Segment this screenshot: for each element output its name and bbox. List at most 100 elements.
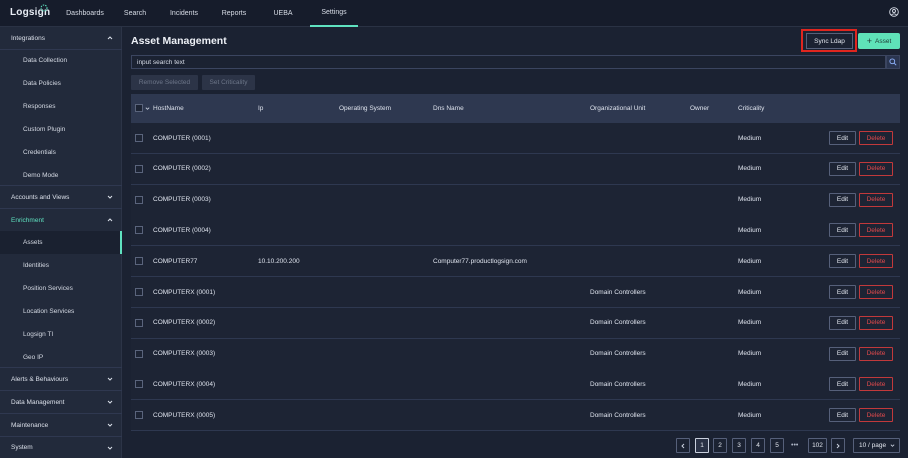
row-checkbox[interactable] — [135, 195, 143, 204]
sidebar-item-data-policies[interactable]: Data Policies — [0, 72, 122, 95]
column-criticality: Criticality — [738, 105, 765, 112]
row-checkbox[interactable] — [135, 226, 143, 235]
sidebar-group-maintenance[interactable]: Maintenance — [0, 414, 122, 436]
edit-button[interactable]: Edit — [829, 161, 856, 176]
nav-reports[interactable]: Reports — [218, 0, 250, 27]
chevron-down-icon — [107, 400, 113, 404]
add-asset-button[interactable]: + Asset — [858, 33, 900, 49]
sidebar-item-demo-mode[interactable]: Demo Mode — [0, 164, 122, 187]
chevron-down-icon — [107, 195, 113, 199]
cell-hostname: COMPUTER (0004) — [153, 226, 211, 234]
set-criticality-button[interactable]: Set Criticality — [202, 75, 255, 90]
search-button[interactable] — [886, 55, 900, 69]
user-account-icon[interactable] — [889, 7, 899, 17]
sidebar-item-identities[interactable]: Identities — [0, 254, 122, 277]
delete-button[interactable]: Delete — [859, 161, 893, 176]
delete-button[interactable]: Delete — [859, 377, 893, 392]
edit-button[interactable]: Edit — [829, 377, 856, 392]
page-button-last[interactable]: 102 — [808, 438, 827, 453]
nav-ueba[interactable]: UEBA — [266, 0, 300, 27]
row-checkbox[interactable] — [135, 349, 143, 358]
row-checkbox[interactable] — [135, 288, 143, 296]
chevron-down-icon — [890, 444, 895, 447]
cell-organizational-unit: Domain Controllers — [590, 288, 646, 296]
page-size-select[interactable]: 10 / page — [853, 438, 900, 453]
sidebar-group-enrichment[interactable]: Enrichment — [0, 209, 122, 231]
cell-criticality: Medium — [738, 380, 762, 388]
sidebar-item-geo-ip[interactable]: Geo IP — [0, 346, 122, 369]
edit-button[interactable]: Edit — [829, 192, 856, 207]
sidebar-group-data-management[interactable]: Data Management — [0, 391, 122, 413]
cell-organizational-unit: Domain Controllers — [590, 350, 646, 358]
remove-selected-button[interactable]: Remove Selected — [131, 75, 198, 90]
sidebar-item-custom-plugin[interactable]: Custom Plugin — [0, 118, 122, 141]
column-owner: Owner — [690, 105, 710, 112]
edit-button[interactable]: Edit — [829, 346, 856, 361]
prev-page-button[interactable] — [676, 438, 690, 453]
sidebar-item-location-services[interactable]: Location Services — [0, 300, 122, 323]
sidebar-group-label: System — [11, 444, 33, 451]
delete-button[interactable]: Delete — [859, 408, 893, 423]
sidebar-item-responses[interactable]: Responses — [0, 95, 122, 118]
cell-organizational-unit: Domain Controllers — [590, 319, 646, 327]
edit-button[interactable]: Edit — [829, 408, 856, 423]
sidebar-item-position-services[interactable]: Position Services — [0, 277, 122, 300]
search-input[interactable] — [131, 55, 886, 69]
page-button-4[interactable]: 4 — [751, 438, 765, 453]
sidebar-item-data-collection[interactable]: Data Collection — [0, 49, 122, 72]
delete-button[interactable]: Delete — [859, 315, 893, 330]
sidebar-item-credentials[interactable]: Credentials — [0, 141, 122, 164]
page-button-1[interactable]: 1 — [695, 438, 709, 453]
nav-settings[interactable]: Settings — [310, 0, 358, 27]
delete-button[interactable]: Delete — [859, 254, 893, 269]
edit-button[interactable]: Edit — [829, 223, 856, 238]
page-button-5[interactable]: 5 — [770, 438, 784, 453]
chevron-down-icon — [107, 446, 113, 450]
chevron-down-icon[interactable] — [145, 106, 150, 111]
select-all-checkbox[interactable] — [135, 104, 143, 112]
row-checkbox[interactable] — [135, 411, 143, 420]
pagination-ellipsis[interactable]: ••• — [791, 438, 798, 453]
table-header: HostName Ip Operating System Dns Name Or… — [131, 94, 900, 123]
nav-incidents[interactable]: Incidents — [166, 0, 202, 27]
cell-criticality: Medium — [738, 226, 762, 234]
next-page-button[interactable] — [831, 438, 845, 453]
table-row: COMPUTERX (0002) Domain Controllers Medium… — [131, 307, 900, 339]
sidebar-group-accounts-and-views[interactable]: Accounts and Views — [0, 186, 122, 208]
sidebar-group-alerts-behaviours[interactable]: Alerts & Behaviours — [0, 368, 122, 390]
sidebar-item-logsign-ti[interactable]: Logsign TI — [0, 323, 122, 346]
row-checkbox[interactable] — [135, 380, 143, 389]
page-button-3[interactable]: 3 — [732, 438, 746, 453]
nav-dashboards[interactable]: Dashboards — [62, 0, 108, 27]
delete-button[interactable]: Delete — [859, 131, 893, 145]
delete-button[interactable]: Delete — [859, 285, 893, 299]
edit-button[interactable]: Edit — [829, 315, 856, 330]
edit-button[interactable]: Edit — [829, 285, 856, 299]
chevron-right-icon — [836, 443, 840, 448]
row-checkbox[interactable] — [135, 318, 143, 327]
edit-button[interactable]: Edit — [829, 254, 856, 269]
sidebar-group-integrations[interactable]: Integrations — [0, 27, 122, 49]
cell-hostname: COMPUTERX (0005) — [153, 411, 216, 419]
column-hostname: HostName — [153, 105, 184, 112]
edit-button[interactable]: Edit — [829, 131, 856, 145]
cell-dns-name: Computer77.productlogsign.com — [433, 257, 527, 265]
column-organizational-unit: Organizational Unit — [590, 105, 646, 112]
delete-button[interactable]: Delete — [859, 223, 893, 238]
cell-hostname: COMPUTER (0001) — [153, 134, 211, 142]
sidebar: Integrations Data Collection Data Polici… — [0, 27, 122, 458]
sidebar-group-system[interactable]: System — [0, 437, 122, 458]
cell-hostname: COMPUTERX (0003) — [153, 350, 216, 358]
logo-mark-icon — [40, 4, 48, 12]
delete-button[interactable]: Delete — [859, 192, 893, 207]
row-checkbox[interactable] — [135, 134, 143, 142]
nav-search[interactable]: Search — [120, 0, 150, 27]
row-checkbox[interactable] — [135, 164, 143, 173]
delete-button[interactable]: Delete — [859, 346, 893, 361]
plus-icon: + — [866, 35, 872, 46]
page-button-2[interactable]: 2 — [713, 438, 727, 453]
sidebar-item-assets[interactable]: Assets — [0, 231, 122, 254]
highlight-box — [801, 29, 857, 52]
row-checkbox[interactable] — [135, 257, 143, 266]
cell-hostname: COMPUTERX (0001) — [153, 288, 216, 296]
